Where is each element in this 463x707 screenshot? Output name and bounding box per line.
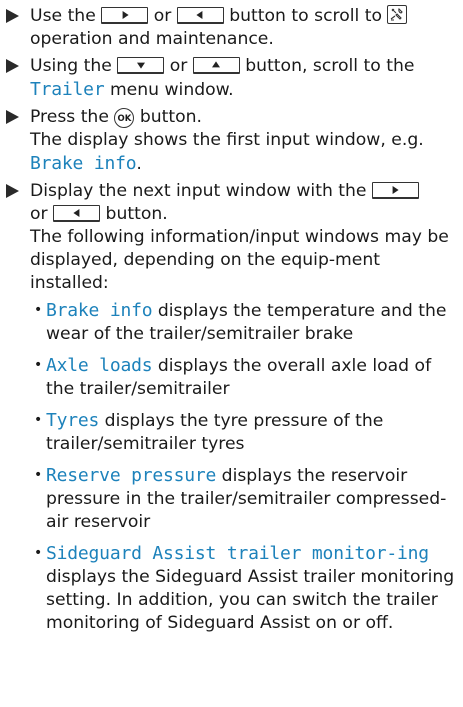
list-item-term: Sideguard Assist trailer monitor-ing (46, 543, 429, 564)
list-item: Reserve pressure displays the reservoir … (30, 464, 457, 534)
list-item-term: Axle loads (46, 355, 153, 376)
step-2-tail: menu window. (109, 80, 234, 100)
up-arrow-button-icon (192, 57, 240, 74)
instruction-page: Use the or button to scroll to operation… (0, 0, 463, 707)
step-2-mid: or (169, 56, 188, 76)
step-4-pre: Display the next input window with the (30, 181, 367, 201)
input-window-list: Brake info displays the temperature and … (30, 299, 457, 635)
step-1-post: button to scroll to (229, 6, 382, 26)
list-item: Axle loads displays the overall axle loa… (30, 354, 457, 401)
step-2-pre: Using the (30, 56, 112, 76)
step-4-mid: or (30, 204, 48, 224)
step-3-post: button. (139, 107, 202, 127)
list-item-term: Tyres (46, 410, 100, 431)
right-arrow-button-icon (101, 7, 149, 24)
step-3-punct: . (136, 154, 142, 174)
list-item-term: Brake info (46, 300, 153, 321)
step-2: Using the or button, scroll to the Trail… (6, 55, 457, 102)
step-4-post: button. (105, 204, 168, 224)
list-item-term: Reserve pressure (46, 465, 217, 486)
step-triangle-icon (6, 110, 19, 124)
step-3: Press the OK button. The display shows t… (6, 106, 457, 176)
list-item: Brake info displays the temperature and … (30, 299, 457, 346)
trailer-menu-term: Trailer (30, 79, 105, 100)
left-arrow-button-icon (176, 7, 224, 24)
step-1-pre: Use the (30, 6, 96, 26)
step-3-pre: Press the (30, 107, 109, 127)
right-arrow-button-icon (371, 182, 419, 199)
list-item-desc: displays the Sideguard Assist trailer mo… (46, 567, 455, 633)
down-arrow-button-icon (117, 57, 165, 74)
step-1-mid: or (153, 6, 172, 26)
ok-button-icon: OK (114, 108, 135, 128)
step-triangle-icon (6, 9, 19, 23)
step-triangle-icon (6, 184, 19, 198)
step-1: Use the or button to scroll to operation… (6, 5, 457, 51)
step-4: Display the next input window with the o… (6, 180, 457, 635)
brake-info-term: Brake info (30, 153, 137, 174)
list-item: Tyres displays the tyre pressure of the … (30, 409, 457, 456)
step-3-line2: The display shows the first input window… (30, 130, 424, 150)
step-4-desc: The following information/input windows … (30, 227, 449, 293)
list-item: Sideguard Assist trailer monitor-ing dis… (30, 542, 457, 635)
step-1-tail: operation and maintenance. (30, 29, 274, 49)
left-arrow-button-icon (53, 205, 101, 222)
wrench-maintenance-icon (387, 5, 408, 24)
step-2-post: button, scroll to the (245, 56, 415, 76)
step-triangle-icon (6, 59, 19, 73)
